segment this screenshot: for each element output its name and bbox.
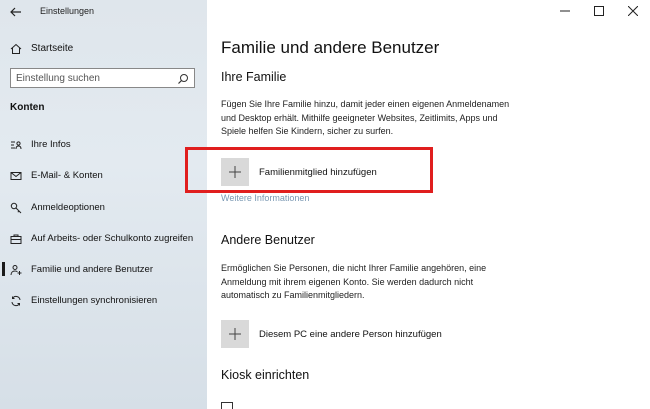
sidebar-item-label: E-Mail- & Konten xyxy=(31,169,103,181)
kiosk-heading: Kiosk einrichten xyxy=(221,368,310,382)
sidebar-item-arbeitskonto[interactable]: Auf Arbeits- oder Schulkonto zugreifen xyxy=(0,229,207,247)
sidebar-item-email[interactable]: E-Mail- & Konten xyxy=(0,166,207,184)
home-icon xyxy=(10,42,22,54)
sidebar-item-label: Einstellungen synchronisieren xyxy=(31,294,158,306)
family-description: Fügen Sie Ihre Familie hinzu, damit jede… xyxy=(221,99,510,136)
kiosk-icon xyxy=(221,402,233,409)
search-icon[interactable] xyxy=(177,72,189,84)
briefcase-icon xyxy=(10,232,22,244)
sync-icon xyxy=(10,294,22,307)
sidebar-item-label: Auf Arbeits- oder Schulkonto zugreifen xyxy=(31,232,194,244)
add-person-icon xyxy=(10,263,22,276)
window-controls xyxy=(548,0,650,22)
sidebar-item-label: Anmeldeoptionen xyxy=(31,201,105,213)
family-heading: Ihre Familie xyxy=(221,70,287,84)
app-title: Einstellungen xyxy=(40,6,95,16)
back-arrow-icon[interactable] xyxy=(8,4,24,20)
sidebar-item-synchronisieren[interactable]: Einstellungen synchronisieren xyxy=(0,291,207,309)
sidebar-item-anmeldeoptionen[interactable]: Anmeldeoptionen xyxy=(0,198,207,216)
close-icon[interactable] xyxy=(616,0,650,22)
contact-card-icon xyxy=(10,138,22,150)
search-placeholder: Einstellung suchen xyxy=(16,72,100,84)
add-other-person-button[interactable]: Diesem PC eine andere Person hinzufügen xyxy=(221,320,442,348)
nav-home[interactable]: Startseite xyxy=(10,41,200,55)
section-title: Konten xyxy=(10,102,45,113)
title-bar: Einstellungen xyxy=(0,0,207,24)
search-input[interactable]: Einstellung suchen xyxy=(10,68,195,88)
home-label: Startseite xyxy=(31,42,74,54)
sidebar-item-ihre-infos[interactable]: Ihre Infos xyxy=(0,135,207,153)
more-info-link[interactable]: Weitere Informationen xyxy=(221,193,309,203)
maximize-icon[interactable] xyxy=(582,0,616,22)
kiosk-item[interactable] xyxy=(221,402,241,409)
page-title: Familie und andere Benutzer xyxy=(221,38,440,57)
other-users-heading: Andere Benutzer xyxy=(221,233,315,247)
sidebar-item-label: Ihre Infos xyxy=(31,138,71,150)
add-other-person-label: Diesem PC eine andere Person hinzufügen xyxy=(259,328,442,340)
other-users-description: Ermöglichen Sie Personen, die nicht Ihre… xyxy=(221,263,487,300)
mail-icon xyxy=(10,169,22,181)
plus-icon xyxy=(221,320,249,348)
sidebar: Einstellungen Startseite Einstellung suc… xyxy=(0,0,207,409)
sidebar-item-familie[interactable]: Familie und andere Benutzer xyxy=(0,260,207,278)
key-icon xyxy=(10,201,22,214)
highlight-annotation-box xyxy=(185,147,433,193)
minimize-icon[interactable] xyxy=(548,0,582,22)
sidebar-item-label: Familie und andere Benutzer xyxy=(31,263,153,275)
main-panel: Familie und andere Benutzer Ihre Familie… xyxy=(207,0,650,409)
